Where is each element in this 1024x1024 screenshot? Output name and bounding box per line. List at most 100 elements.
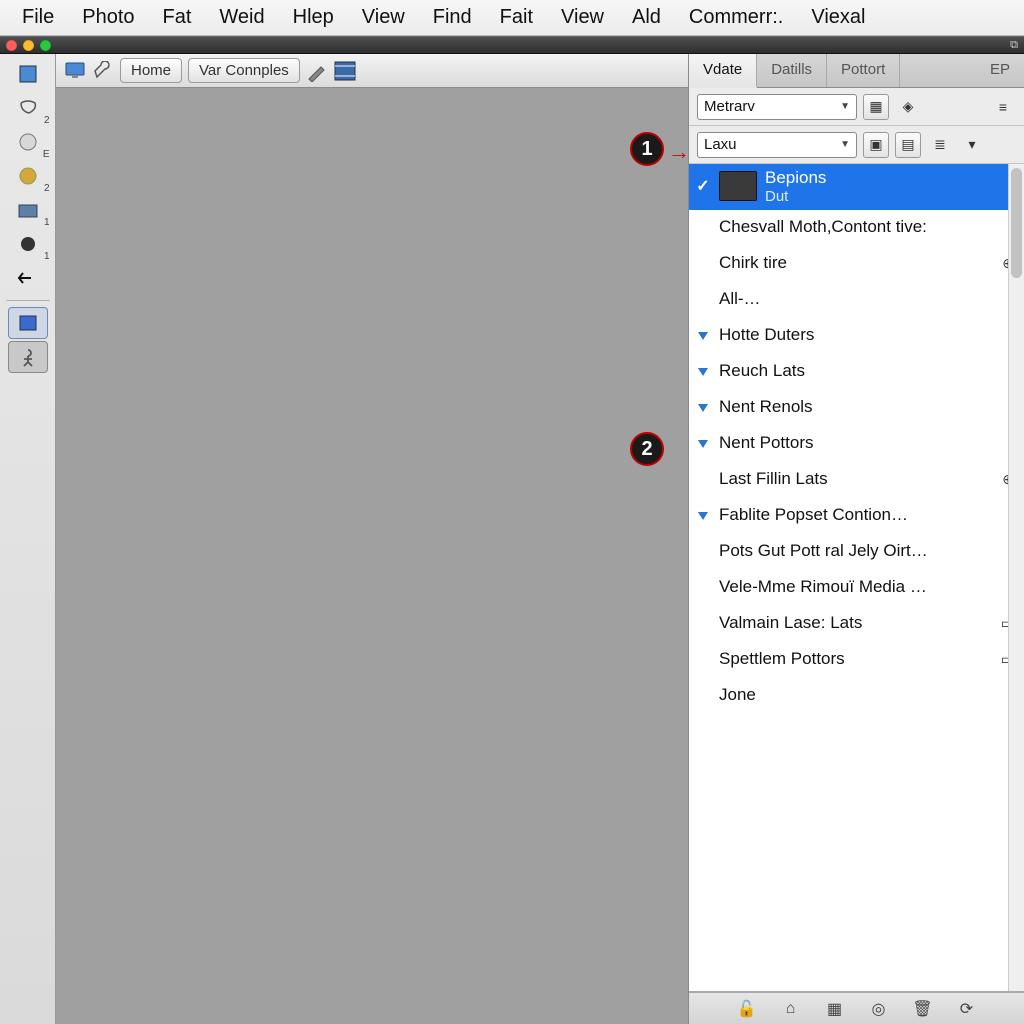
disclosure-icon[interactable]	[695, 363, 711, 379]
item-title: Valmain Lase: Lats	[719, 613, 862, 633]
wrench-icon[interactable]	[92, 60, 114, 82]
snap-icon[interactable]: ⧉	[1010, 39, 1018, 52]
home-icon[interactable]: ⌂	[781, 999, 801, 1019]
chevron-down-icon: ▼	[840, 101, 850, 112]
check-icon	[695, 178, 711, 194]
list-item[interactable]: Reuch Lats	[689, 354, 1024, 390]
item-title: Chesvall Moth,Contont tive:	[719, 217, 927, 237]
dropdown-laxu[interactable]: Laxu ▼	[697, 132, 857, 158]
item-title: Spettlem Pottors	[719, 649, 845, 669]
point-tool[interactable]: 1	[8, 228, 48, 260]
menu-view2[interactable]: View	[547, 2, 618, 33]
window-controls	[6, 40, 51, 51]
panel-controls-row-2: Laxu ▼ ▣ ▤ ≣ ▾	[689, 126, 1024, 164]
lock-icon[interactable]: 🔓	[737, 999, 757, 1019]
minimize-icon[interactable]	[23, 40, 34, 51]
disclosure-icon[interactable]	[695, 507, 711, 523]
canvas-area[interactable]	[56, 88, 688, 1024]
item-title: All-…	[719, 289, 761, 309]
menu-hlep[interactable]: Hlep	[279, 2, 348, 33]
list-item[interactable]: Fablite Popset Contion…	[689, 498, 1024, 534]
menu-viexal[interactable]: Viexal	[797, 2, 879, 33]
list-icon[interactable]: ≣	[927, 132, 953, 158]
folder-icon[interactable]: ▤	[895, 132, 921, 158]
back-arrow-tool[interactable]	[8, 262, 48, 294]
tool-sub: 2	[44, 183, 50, 194]
list-item[interactable]: Hotte Duters	[689, 318, 1024, 354]
tool-sub: 2	[44, 115, 50, 126]
menu-view[interactable]: View	[348, 2, 419, 33]
disclosure-icon[interactable]	[695, 327, 711, 343]
tool-sub: 1	[44, 251, 50, 262]
tab-pottort[interactable]: Pottort	[827, 54, 900, 87]
lasso-tool[interactable]: 2	[8, 92, 48, 124]
menu-fat[interactable]: Fat	[149, 2, 206, 33]
brush-icon[interactable]	[306, 60, 328, 82]
annotation-1: 1	[630, 132, 664, 166]
close-icon[interactable]	[6, 40, 17, 51]
list-item[interactable]: Chesvall Moth,Contont tive:	[689, 210, 1024, 246]
list-item[interactable]: Valmain Lase: Lats ▭	[689, 606, 1024, 642]
panel-tabs: Vdate Datills Pottort EP	[689, 54, 1024, 88]
list-item[interactable]: All-…	[689, 282, 1024, 318]
app-window: ⧉ Home Var Connples 2 E	[0, 36, 1024, 1024]
list-item[interactable]: Bepions Dut	[689, 164, 1024, 210]
menu-fait[interactable]: Fait	[486, 2, 547, 33]
menu-file[interactable]: File	[8, 2, 68, 33]
list-item[interactable]: Pots Gut Pott ral Jely Oirt…	[689, 534, 1024, 570]
calendar-icon[interactable]: ▦	[863, 94, 889, 120]
home-label: Home	[131, 62, 171, 79]
trash-icon[interactable]: 🗑	[913, 999, 933, 1019]
list-item[interactable]: Nent Pottors	[689, 426, 1024, 462]
menu-photo[interactable]: Photo	[68, 2, 148, 33]
list-item[interactable]: Jone	[689, 678, 1024, 714]
dropdown-metrarv[interactable]: Metrarv ▼	[697, 94, 857, 120]
chevron-down-icon[interactable]: ▾	[959, 132, 985, 158]
film-icon[interactable]	[334, 60, 356, 82]
list-item[interactable]: Nent Renols	[689, 390, 1024, 426]
item-title: Last Fillin Lats	[719, 469, 828, 489]
sync-icon[interactable]: ⟳	[957, 999, 977, 1019]
side-panel: Vdate Datills Pottort EP Metrarv ▼ ▦ ◈ ≡…	[688, 54, 1024, 1024]
monitor-icon[interactable]	[64, 60, 86, 82]
menu-icon[interactable]: ≡	[990, 94, 1016, 120]
tool-strip: 2 E 2 1 1	[0, 54, 56, 1024]
target-icon[interactable]: ◎	[869, 999, 889, 1019]
circle-tool[interactable]: E	[8, 126, 48, 158]
home-button[interactable]: Home	[120, 58, 182, 83]
item-title: Vele-Mme Rimouï Media …	[719, 577, 927, 597]
menu-ald[interactable]: Ald	[618, 2, 675, 33]
sphere-tool[interactable]: 2	[8, 160, 48, 192]
tag-icon[interactable]: ◈	[895, 94, 921, 120]
arrow-icon: →	[668, 139, 690, 165]
scrollbar[interactable]	[1008, 164, 1024, 991]
separator	[6, 300, 50, 301]
selection-tool[interactable]	[8, 58, 48, 90]
annotation-2: 2	[630, 432, 664, 466]
panel-footer: 🔓 ⌂ ▦ ◎ 🗑 ⟳	[689, 992, 1024, 1024]
tab-datills[interactable]: Datills	[757, 54, 827, 87]
menu-commerr[interactable]: Commerr:.	[675, 2, 797, 33]
list-item[interactable]: Chirk tire ⊕	[689, 246, 1024, 282]
list-item[interactable]: Spettlem Pottors ▭	[689, 642, 1024, 678]
chevron-down-icon: ▼	[840, 139, 850, 150]
new-folder-icon[interactable]: ▣	[863, 132, 889, 158]
preset-list[interactable]: Bepions Dut Chesvall Moth,Contont tive: …	[689, 164, 1024, 992]
folder-tool[interactable]: 1	[8, 194, 48, 226]
disclosure-icon[interactable]	[695, 399, 711, 415]
figure-tool[interactable]	[8, 341, 48, 373]
grid-icon[interactable]: ▦	[825, 999, 845, 1019]
item-title: Fablite Popset Contion…	[719, 505, 908, 525]
scrollbar-thumb[interactable]	[1011, 168, 1022, 278]
thumbnail	[719, 171, 757, 201]
varconnples-button[interactable]: Var Connples	[188, 58, 300, 83]
disclosure-icon[interactable]	[695, 435, 711, 451]
menu-find[interactable]: Find	[419, 2, 486, 33]
document-tool[interactable]	[8, 307, 48, 339]
maximize-icon[interactable]	[40, 40, 51, 51]
list-item[interactable]: Vele-Mme Rimouï Media …	[689, 570, 1024, 606]
tab-vdate[interactable]: Vdate	[689, 54, 757, 88]
tab-ep[interactable]: EP	[976, 54, 1024, 87]
list-item[interactable]: Last Fillin Lats ⊕	[689, 462, 1024, 498]
menu-weid[interactable]: Weid	[205, 2, 278, 33]
